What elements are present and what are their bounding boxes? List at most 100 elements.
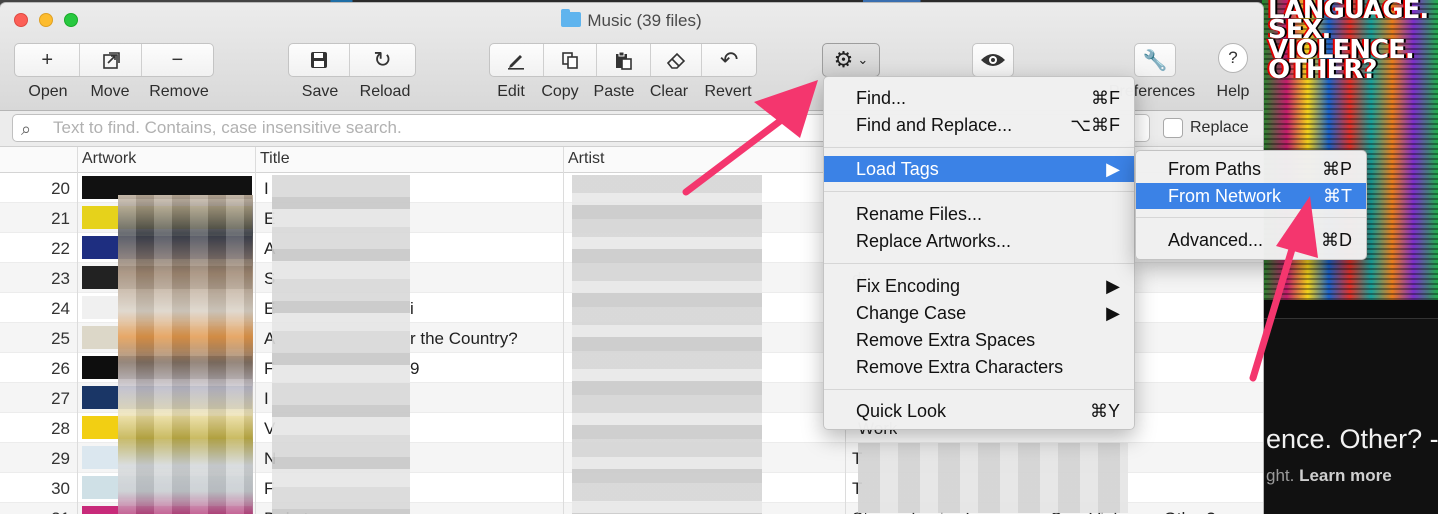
row-number: 21 (51, 209, 70, 228)
menu-item-shortcut: ⌘T (1323, 186, 1352, 206)
window-title: Music (39 files) (587, 11, 702, 30)
menu-item-load-tags[interactable]: Load Tags ▶ (824, 156, 1134, 182)
menu-item-shortcut: ⌘Y (1089, 401, 1120, 421)
search-icon[interactable]: ⌕ (21, 119, 31, 140)
row-number: 30 (51, 479, 70, 498)
submenu-item-from-paths[interactable]: From Paths ⌘P (1136, 156, 1366, 182)
paste-label: Paste (593, 83, 635, 100)
menu-item-label: Remove Extra Spaces (856, 330, 1036, 350)
menu-item-label: Find... (856, 88, 907, 108)
pixelated-artist-overlay (572, 175, 762, 514)
menu-item-label: Replace Artworks... (856, 231, 1012, 251)
window-title-wrap: Music (39 files) (0, 9, 1263, 31)
menu-item-label: Quick Look (856, 401, 947, 421)
clear-button[interactable] (651, 44, 703, 76)
help-label: Help (1216, 83, 1250, 100)
chevron-down-icon: ⌄ (857, 52, 869, 67)
pixelated-album-overlay (858, 443, 1128, 513)
title-fragment: i (410, 299, 414, 318)
menu-item-label: Change Case (856, 303, 967, 323)
submenu-item-from-network[interactable]: From Network ⌘T (1136, 183, 1366, 209)
learn-more-link[interactable]: Learn more (1299, 466, 1392, 485)
pixelated-artwork-overlay (118, 195, 253, 514)
row-number: 22 (51, 239, 70, 258)
row-number: 20 (51, 179, 70, 198)
save-icon (311, 52, 328, 68)
pixelated-title-overlay (272, 175, 410, 514)
menu-item-fix-encoding[interactable]: Fix Encoding ▶ (824, 273, 1134, 299)
column-divider (77, 147, 78, 514)
revert-button[interactable]: ↶ (702, 44, 756, 76)
menu-item-change-case[interactable]: Change Case ▶ (824, 300, 1134, 326)
paste-icon (616, 51, 633, 70)
row-number: 25 (51, 329, 70, 348)
preferences-button[interactable]: 🔧 (1134, 43, 1176, 77)
copy-button[interactable] (544, 44, 598, 76)
menu-item-label: From Paths (1168, 159, 1262, 179)
menu-item-find-and-replace[interactable]: Find and Replace... ⌥⌘F (824, 112, 1134, 138)
revert-icon: ↶ (719, 47, 739, 72)
reload-button[interactable]: ↻ (350, 44, 415, 76)
save-button-group: ↻ (288, 43, 416, 77)
menu-item-label: Remove Extra Characters (856, 357, 1064, 377)
submenu-arrow-icon: ▶ (1106, 303, 1120, 323)
replace-label: Replace (1190, 119, 1249, 136)
menu-item-quick-look[interactable]: Quick Look ⌘Y (824, 398, 1134, 424)
open-button[interactable]: + (15, 44, 81, 76)
actions-dropdown-button[interactable]: ⚙ ⌄ (822, 43, 880, 77)
minus-icon: − (171, 48, 184, 71)
edit-label: Edit (497, 83, 525, 100)
move-icon (102, 52, 120, 69)
menu-separator (824, 147, 1134, 148)
column-header-artwork[interactable]: Artwork (82, 150, 136, 168)
copy-label: Copy (541, 83, 579, 100)
row-number: 31 (0, 509, 70, 514)
save-button[interactable] (289, 44, 351, 76)
background-heading: ence. Other? - (1266, 424, 1438, 454)
menu-item-shortcut: ⌘D (1321, 230, 1352, 250)
menu-item-label: From Network (1168, 186, 1282, 206)
move-button[interactable] (80, 44, 142, 76)
menu-item-shortcut: ⌥⌘F (1070, 115, 1120, 135)
menu-item-replace-artworks[interactable]: Replace Artworks... (824, 228, 1134, 254)
open-label: Open (28, 83, 68, 100)
menu-item-rename-files[interactable]: Rename Files... (824, 201, 1134, 227)
row-number: 23 (51, 269, 70, 288)
menu-item-label: Advanced... (1168, 230, 1264, 250)
eraser-icon (667, 52, 686, 69)
column-divider (255, 147, 256, 514)
remove-button[interactable]: − (142, 44, 213, 76)
paste-button[interactable] (597, 44, 651, 76)
row-number: 28 (51, 419, 70, 438)
folder-icon (561, 9, 582, 27)
menu-separator (824, 389, 1134, 390)
replace-checkbox[interactable] (1163, 118, 1183, 138)
row-number: 29 (51, 449, 70, 468)
submenu-arrow-icon: ▶ (1106, 159, 1120, 179)
menu-item-remove-extra-characters[interactable]: Remove Extra Characters (824, 354, 1134, 380)
menu-item-remove-extra-spaces[interactable]: Remove Extra Spaces (824, 327, 1134, 353)
menu-separator (824, 191, 1134, 192)
row-number: 26 (51, 359, 70, 378)
menu-item-label: Load Tags (856, 159, 939, 179)
menu-item-shortcut: ⌘F (1091, 88, 1120, 108)
edit-button[interactable] (490, 44, 544, 76)
wrench-icon: 🔧 (1142, 49, 1168, 72)
quick-look-button[interactable] (972, 43, 1014, 77)
revert-label: Revert (704, 83, 752, 100)
menu-item-find[interactable]: Find... ⌘F (824, 85, 1134, 111)
menu-separator (824, 263, 1134, 264)
title-fragment: r the Country? (410, 329, 518, 348)
actions-menu: Find... ⌘F Find and Replace... ⌥⌘F Load Ta… (823, 76, 1135, 430)
column-header-title[interactable]: Title (260, 150, 290, 168)
save-label: Save (301, 83, 339, 100)
help-button[interactable]: ? (1218, 43, 1248, 73)
submenu-item-advanced[interactable]: Advanced... ⌘D (1136, 227, 1366, 253)
title-fragment: 9 (410, 359, 420, 378)
reload-label: Reload (359, 83, 411, 100)
move-label: Move (90, 83, 130, 100)
album-art-text: LANGUAGE. SEX. VIOLENCE. OTHER? (1268, 0, 1429, 85)
column-header-artist[interactable]: Artist (568, 150, 604, 168)
reload-icon: ↻ (373, 47, 392, 72)
copy-icon (562, 52, 578, 69)
